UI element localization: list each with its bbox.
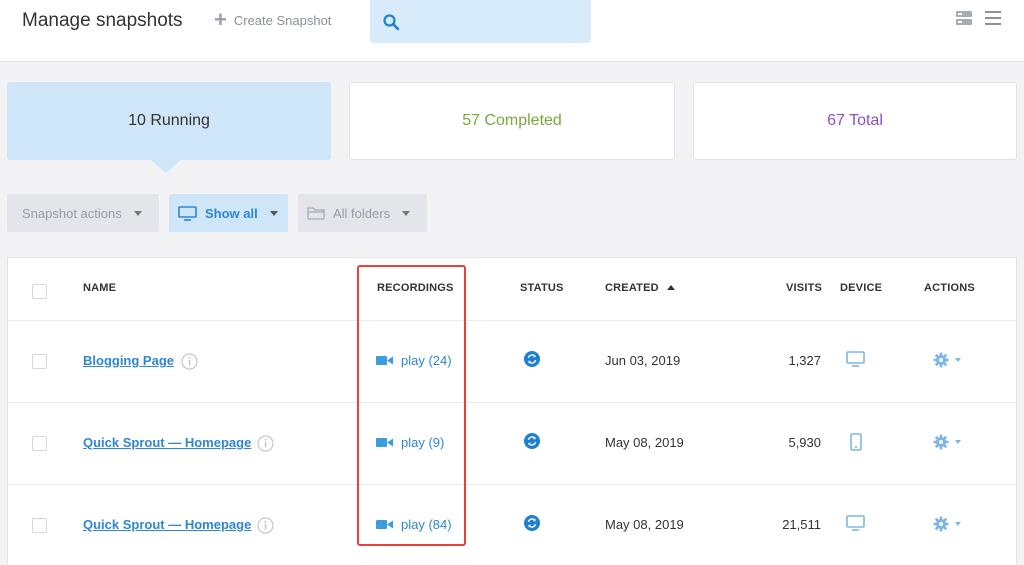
video-camera-icon [376, 520, 393, 529]
desktop-icon [846, 515, 865, 531]
video-camera-icon [376, 356, 393, 365]
video-camera-icon [376, 438, 393, 447]
monitor-icon [178, 205, 197, 221]
play-recordings-link[interactable]: play (24) [376, 353, 452, 368]
gear-icon [933, 516, 949, 532]
row-checkbox[interactable] [32, 436, 47, 451]
create-snapshot-button[interactable]: + Create Snapshot [214, 7, 332, 32]
visits-count: 21,511 [782, 517, 821, 532]
page-title: Manage snapshots [22, 10, 183, 31]
info-icon[interactable] [257, 517, 274, 534]
visits-count: 1,327 [788, 353, 821, 368]
column-header-created[interactable]: CREATED [605, 282, 675, 294]
show-all-dropdown[interactable]: Show all [169, 194, 288, 232]
mobile-icon [850, 433, 862, 451]
create-snapshot-label: Create Snapshot [233, 12, 332, 28]
gear-icon [933, 434, 949, 450]
row-actions-menu[interactable] [933, 516, 961, 532]
snapshot-name-link[interactable]: Quick Sprout — Homepage [83, 517, 251, 532]
row-checkbox[interactable] [32, 518, 47, 533]
table-row: Quick Sprout — Homepage play (9) May 08,… [8, 402, 1016, 484]
visits-count: 5,930 [788, 435, 821, 450]
snapshot-actions-label: Snapshot actions [22, 205, 122, 221]
column-header-device: DEVICE [840, 282, 883, 294]
caret-down-icon [402, 210, 411, 216]
column-header-status: STATUS [520, 282, 564, 294]
created-date: May 08, 2019 [605, 517, 684, 532]
list-view-icon[interactable] [956, 10, 972, 26]
created-date: May 08, 2019 [605, 435, 684, 450]
running-filter-card[interactable]: 10 Running [7, 82, 331, 173]
snapshot-name-link[interactable]: Blogging Page [83, 353, 174, 368]
search-icon[interactable] [382, 13, 400, 31]
play-recordings-label: play (84) [401, 517, 452, 532]
hamburger-menu-icon[interactable] [985, 10, 1001, 26]
snapshot-actions-dropdown[interactable]: Snapshot actions [7, 194, 159, 232]
caret-down-icon [955, 440, 961, 444]
column-header-recordings: RECORDINGS [377, 282, 454, 294]
caret-down-icon [955, 522, 961, 526]
sync-icon [524, 433, 540, 449]
column-header-created-label: CREATED [605, 282, 659, 294]
info-icon[interactable] [257, 435, 274, 452]
play-recordings-link[interactable]: play (9) [376, 435, 444, 450]
play-recordings-label: play (9) [401, 435, 445, 450]
created-date: Jun 03, 2019 [605, 353, 681, 368]
sort-ascending-icon [666, 285, 675, 290]
snapshot-name-link[interactable]: Quick Sprout — Homepage [83, 435, 251, 450]
plus-icon: + [214, 7, 227, 32]
row-checkbox[interactable] [32, 354, 47, 369]
table-row: Blogging Page play (24) Jun 03, 2019 1,3… [8, 320, 1016, 402]
select-all-checkbox[interactable] [32, 284, 47, 299]
gear-icon [933, 352, 949, 368]
caret-down-icon [133, 210, 142, 216]
column-header-actions: ACTIONS [924, 282, 975, 294]
play-recordings-link[interactable]: play (84) [376, 517, 452, 532]
play-recordings-label: play (24) [401, 353, 452, 368]
table-row: Quick Sprout — Homepage play (84) May 08… [8, 484, 1016, 565]
top-bar: Manage snapshots + Create Snapshot [0, 0, 1024, 62]
search-input[interactable] [410, 8, 580, 34]
sync-icon [524, 351, 540, 367]
column-header-visits: VISITS [786, 282, 823, 294]
show-all-label: Show all [205, 205, 258, 221]
row-actions-menu[interactable] [933, 352, 961, 368]
completed-filter-card[interactable]: 57 Completed [349, 82, 675, 160]
folder-icon [307, 207, 325, 220]
all-folders-dropdown[interactable]: All folders [298, 194, 427, 232]
row-actions-menu[interactable] [933, 434, 961, 450]
snapshots-table: NAME RECORDINGS STATUS CREATED VISITS DE… [7, 257, 1017, 565]
search-box[interactable] [370, 0, 591, 43]
caret-down-icon [269, 210, 278, 216]
column-header-name: NAME [83, 282, 117, 294]
sync-icon [524, 515, 540, 531]
caret-down-icon [955, 358, 961, 362]
desktop-icon [846, 351, 865, 367]
info-icon[interactable] [181, 353, 198, 370]
all-folders-label: All folders [333, 205, 391, 221]
total-filter-card[interactable]: 67 Total [693, 82, 1017, 160]
